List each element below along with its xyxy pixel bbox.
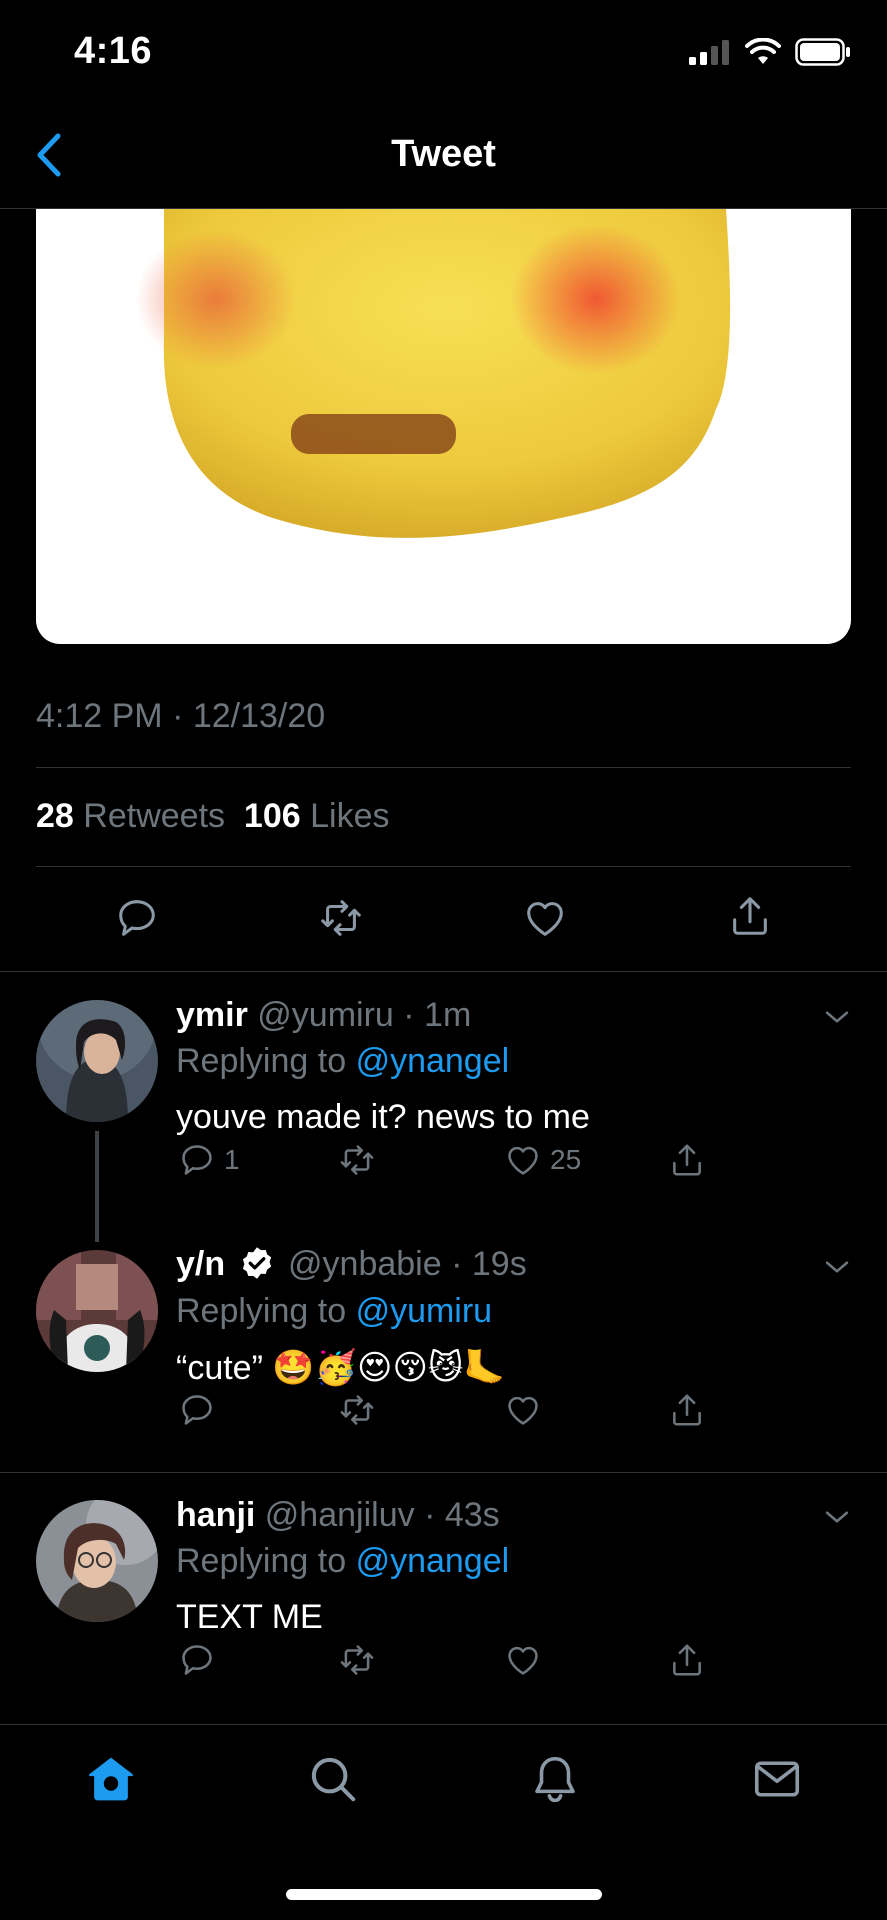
mail-icon[interactable] — [750, 1752, 804, 1806]
retweets-count[interactable]: 28 — [36, 797, 74, 835]
reply-header: ymir @yumiru · 1m — [176, 996, 471, 1035]
likes-label[interactable]: Likes — [310, 797, 389, 835]
chevron-down-icon[interactable] — [820, 1000, 854, 1034]
share-action[interactable] — [668, 1391, 706, 1429]
replying-to: Replying to @yumiru — [176, 1292, 492, 1331]
like-action[interactable]: 25 — [504, 1141, 581, 1179]
display-name[interactable]: ymir — [176, 996, 248, 1034]
replying-label: Replying to — [176, 1292, 347, 1330]
heart-icon — [508, 1146, 538, 1175]
retweet-icon[interactable] — [318, 895, 364, 941]
status-icons — [689, 38, 851, 66]
reply-header: y/n @ynbabie · 19s — [176, 1245, 527, 1284]
reply-icon — [182, 1145, 212, 1175]
display-name[interactable]: hanji — [176, 1496, 255, 1534]
like-action[interactable] — [504, 1641, 542, 1679]
mention-link[interactable]: @ynangel — [356, 1042, 510, 1080]
like-icon[interactable] — [522, 895, 568, 941]
verified-badge-icon — [242, 1247, 271, 1279]
reply-icon[interactable] — [114, 895, 160, 941]
display-name[interactable]: y/n — [176, 1245, 225, 1283]
mention-link[interactable]: @ynangel — [356, 1542, 510, 1580]
thread-line — [95, 1131, 99, 1242]
avatar-ymir[interactable] — [36, 1000, 158, 1122]
status-time: 4:16 — [74, 30, 153, 72]
handle[interactable]: @yumiru — [257, 996, 394, 1034]
replying-to: Replying to @ynangel — [176, 1542, 509, 1581]
replying-label: Replying to — [176, 1542, 347, 1580]
retweet-action[interactable] — [338, 1391, 376, 1429]
like-count: 25 — [550, 1144, 582, 1175]
retweet-icon — [340, 1645, 374, 1675]
mention-link[interactable]: @yumiru — [356, 1292, 493, 1330]
home-indicator[interactable] — [286, 1889, 602, 1900]
chevron-down-icon[interactable] — [820, 1500, 854, 1534]
avatar-hanji[interactable] — [36, 1500, 158, 1622]
reply-text: “cute” 🤩🥳😍😚😼🦶 — [176, 1349, 506, 1387]
reply-action[interactable]: 1 — [178, 1141, 240, 1179]
share-icon[interactable] — [727, 893, 773, 939]
reply-icon — [182, 1645, 212, 1675]
page-title: Tweet — [391, 133, 496, 175]
handle[interactable]: @hanjiluv — [265, 1496, 415, 1534]
reply-time: · 43s — [424, 1496, 500, 1534]
avatar-yn[interactable] — [36, 1250, 158, 1372]
retweet-action[interactable] — [338, 1641, 376, 1679]
handle[interactable]: @ynbabie — [288, 1245, 442, 1283]
tweet-timestamp: 4:12 PM · 12/13/20 — [36, 697, 326, 735]
home-icon[interactable] — [84, 1752, 138, 1806]
reply-action[interactable] — [178, 1391, 216, 1429]
replying-label: Replying to — [176, 1042, 347, 1080]
wifi-icon — [745, 38, 781, 64]
share-action[interactable] — [668, 1141, 706, 1179]
likes-count[interactable]: 106 — [244, 797, 301, 835]
retweets-label[interactable]: Retweets — [83, 797, 225, 835]
share-icon — [673, 1394, 701, 1426]
reply-time: · 1m — [403, 996, 472, 1034]
chevron-down-icon[interactable] — [820, 1250, 854, 1284]
bell-icon[interactable] — [528, 1752, 582, 1806]
retweet-action[interactable] — [338, 1141, 376, 1179]
tweet-image[interactable] — [36, 209, 851, 644]
reply-text: youve made it? news to me — [176, 1098, 590, 1136]
reply-text: TEXT ME — [176, 1598, 323, 1636]
replying-to: Replying to @ynangel — [176, 1042, 509, 1081]
retweet-icon — [340, 1395, 374, 1425]
like-action[interactable] — [504, 1391, 542, 1429]
battery-icon — [795, 38, 850, 66]
divider — [0, 971, 887, 972]
divider — [0, 1472, 887, 1473]
retweet-icon — [340, 1145, 374, 1175]
divider — [36, 767, 851, 768]
heart-icon — [508, 1646, 538, 1675]
divider — [36, 866, 851, 867]
reply-action[interactable] — [178, 1641, 216, 1679]
reply-time: · 19s — [451, 1245, 527, 1283]
heart-icon — [508, 1396, 538, 1425]
reply-icon — [182, 1395, 212, 1425]
tweet-stats: 28 Retweets 106 Likes — [36, 797, 389, 836]
share-icon — [673, 1644, 701, 1676]
signal-icon — [689, 40, 729, 65]
reply-header: hanji @hanjiluv · 43s — [176, 1496, 500, 1535]
share-action[interactable] — [668, 1641, 706, 1679]
emoji-face-image — [136, 209, 731, 538]
tabbar-divider — [0, 1724, 887, 1725]
search-icon[interactable] — [306, 1752, 360, 1806]
reply-count: 1 — [224, 1144, 240, 1175]
share-icon — [673, 1144, 701, 1176]
